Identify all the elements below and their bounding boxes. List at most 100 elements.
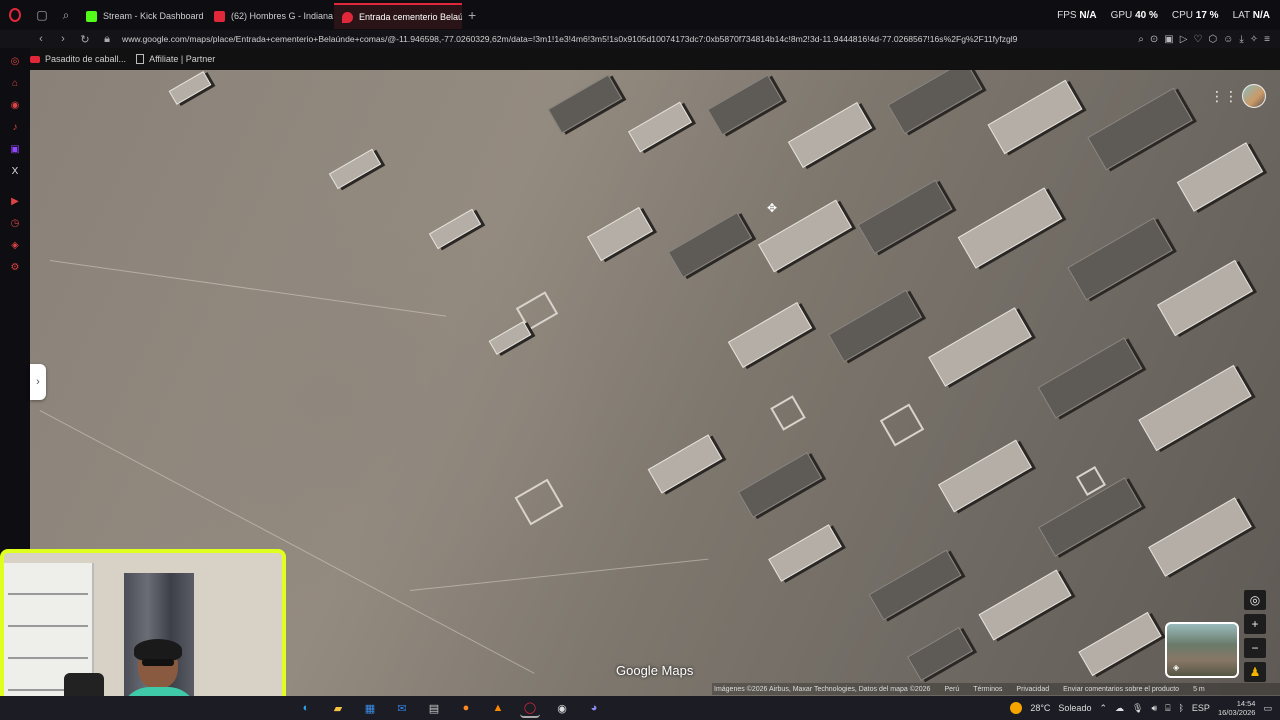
scale-bar[interactable]: 5 m bbox=[1193, 686, 1205, 693]
reload-icon[interactable]: ↻ bbox=[76, 33, 94, 46]
tab-label: (62) Hombres G - Indiana bbox=[231, 11, 334, 21]
account-icon[interactable]: ☺ bbox=[1223, 34, 1233, 45]
feedback-link[interactable]: Enviar comentarios sobre el producto bbox=[1063, 686, 1179, 693]
sidebar-messenger-icon[interactable]: ◉ bbox=[0, 94, 30, 116]
clock-time: 14:54 bbox=[1236, 699, 1256, 708]
language-indicator[interactable]: ESP bbox=[1192, 703, 1210, 713]
obs-icon[interactable]: ◉ bbox=[552, 698, 572, 718]
map-controls: ◎ + − ♟ bbox=[1244, 590, 1266, 682]
niche-block bbox=[488, 321, 532, 355]
clock-date: 16/03/2026 bbox=[1217, 708, 1256, 717]
terms-link[interactable]: Términos bbox=[973, 686, 1002, 693]
zoom-icon[interactable]: ⌕ bbox=[1138, 34, 1144, 45]
tab-kick-dashboard[interactable]: Stream - Kick Dashboard bbox=[78, 3, 206, 29]
layers-toggle-button[interactable]: ◈ bbox=[1165, 622, 1239, 678]
notification-icon[interactable]: ▭ bbox=[1263, 703, 1272, 714]
niche-block bbox=[647, 434, 723, 494]
weather-text[interactable]: Soleado bbox=[1058, 703, 1091, 713]
firefox-icon[interactable]: ● bbox=[456, 698, 476, 718]
niche-block bbox=[868, 549, 962, 621]
address-bar: ‹ › ↻ 🔒︎ www.google.com/maps/place/Entra… bbox=[0, 30, 1280, 48]
niche-block bbox=[887, 70, 983, 135]
niche-block bbox=[428, 208, 482, 250]
system-tray: 28°C Soleado ⌃ ☁ 🎙︎ 🔊︎ ⌸ ᛒ ESP 14:54 16/… bbox=[1010, 696, 1272, 720]
hud-fps: FPS N/A bbox=[1057, 9, 1097, 21]
menu-icon[interactable]: ≡ bbox=[1264, 34, 1270, 45]
collapse-side-panel-button[interactable]: › bbox=[30, 364, 46, 400]
tab-search-icon[interactable]: ⌕ bbox=[56, 5, 76, 25]
url-field[interactable]: www.google.com/maps/place/Entrada+cement… bbox=[118, 34, 1128, 44]
opera-logo-icon[interactable] bbox=[0, 0, 30, 30]
hud-gpu: GPU 40 % bbox=[1110, 9, 1158, 21]
outlook-icon[interactable]: ✉ bbox=[392, 698, 412, 718]
windows-taskbar: ◐ ▰ ▦ ✉ ▤ ● ▲ ◯ ◉ ◕ 28°C Soleado ⌃ ☁ 🎙︎ … bbox=[0, 696, 1280, 720]
vlc-icon[interactable]: ▲ bbox=[488, 698, 508, 718]
google-apps-icon[interactable]: ⋮⋮ bbox=[1210, 88, 1238, 105]
my-location-icon[interactable]: ◎ bbox=[1244, 590, 1266, 610]
clock[interactable]: 14:54 16/03/2026 bbox=[1218, 699, 1256, 717]
pin-icon[interactable]: ⊙ bbox=[1150, 34, 1158, 45]
aria-ai-icon[interactable]: ✧ bbox=[1250, 34, 1258, 45]
niche-block bbox=[828, 289, 922, 363]
niche-block bbox=[737, 452, 823, 518]
calculator-icon[interactable]: ▤ bbox=[424, 698, 444, 718]
back-button[interactable]: ‹ bbox=[32, 33, 50, 45]
discord-icon[interactable]: ◕ bbox=[584, 698, 604, 718]
edge-icon[interactable]: ◐ bbox=[296, 698, 316, 718]
store-icon[interactable]: ▦ bbox=[360, 698, 380, 718]
niche-block bbox=[1067, 217, 1173, 301]
niche-block bbox=[1157, 259, 1253, 337]
maps-pin-favicon-icon bbox=[342, 11, 353, 23]
address-tools: ⌕ ⊙ ▣ ▷ ♡ ⬡ ☺ ⤓ ✧ ≡ bbox=[1128, 34, 1280, 45]
sidebar-red-icon[interactable]: ◎ bbox=[0, 50, 30, 72]
volume-icon[interactable]: 🔊︎ bbox=[1151, 703, 1157, 714]
sidebar-player-icon[interactable]: ▶ bbox=[0, 190, 30, 212]
google-maps-logo: Google Maps bbox=[616, 663, 694, 678]
tab-workspaces-icon[interactable]: ▢ bbox=[32, 5, 52, 25]
onedrive-icon[interactable]: ☁ bbox=[1115, 703, 1124, 714]
file-explorer-icon[interactable]: ▰ bbox=[328, 698, 348, 718]
download-icon[interactable]: ⤓ bbox=[1239, 34, 1243, 45]
sidebar-x-icon[interactable]: X bbox=[0, 160, 30, 182]
tab-label: Entrada cementerio Belaúnde bbox=[359, 12, 462, 22]
sidebar-music-icon[interactable]: ♪ bbox=[0, 116, 30, 138]
imagery-attribution: Imágenes ©2026 Airbus, Maxar Technologie… bbox=[714, 685, 931, 693]
sidebar-pinboard-icon[interactable]: ◈ bbox=[0, 234, 30, 256]
niche-block bbox=[907, 626, 973, 682]
extensions-icon[interactable]: ⬡ bbox=[1208, 34, 1217, 45]
player-icon[interactable]: ▷ bbox=[1180, 34, 1188, 45]
niche-block bbox=[727, 302, 813, 368]
weather-temp[interactable]: 28°C bbox=[1030, 703, 1050, 713]
sidebar-shop-icon[interactable]: ⌂ bbox=[0, 72, 30, 94]
street-view-pegman-icon[interactable]: ♟ bbox=[1244, 662, 1266, 682]
niche-block bbox=[938, 439, 1032, 513]
youtube-icon bbox=[30, 55, 40, 63]
bluetooth-icon[interactable]: ᛒ bbox=[1179, 703, 1184, 713]
opera-gx-icon[interactable]: ◯ bbox=[520, 698, 540, 718]
bookmarks-bar: Pasadito de caball... Affiliate | Partne… bbox=[30, 50, 215, 68]
bookmark-pasadito[interactable]: Pasadito de caball... bbox=[30, 54, 126, 64]
tray-chevron-icon[interactable]: ⌃ bbox=[1099, 703, 1107, 714]
tomb-outline bbox=[770, 395, 806, 431]
country-link[interactable]: Perú bbox=[944, 686, 959, 693]
sidebar-history-icon[interactable]: ◷ bbox=[0, 212, 30, 234]
bookmark-affiliate[interactable]: Affiliate | Partner bbox=[136, 54, 215, 64]
microphone-icon[interactable]: 🎙︎ bbox=[1132, 703, 1143, 714]
tab-youtube-hombres-g[interactable]: (62) Hombres G - Indiana bbox=[206, 3, 334, 29]
niche-block bbox=[1176, 142, 1264, 212]
lock-icon[interactable]: 🔒︎ bbox=[98, 33, 116, 46]
tab-google-maps[interactable]: Entrada cementerio Belaúnde bbox=[334, 3, 462, 29]
snapshot-icon[interactable]: ▣ bbox=[1164, 34, 1173, 45]
user-avatar[interactable] bbox=[1242, 84, 1266, 108]
heart-icon[interactable]: ♡ bbox=[1193, 34, 1202, 45]
forward-button[interactable]: › bbox=[54, 33, 72, 45]
zoom-out-button[interactable]: − bbox=[1244, 638, 1266, 658]
niche-block bbox=[547, 74, 623, 134]
zoom-in-button[interactable]: + bbox=[1244, 614, 1266, 634]
niche-block bbox=[1148, 497, 1252, 577]
privacy-link[interactable]: Privacidad bbox=[1016, 686, 1049, 693]
network-icon[interactable]: ⌸ bbox=[1165, 703, 1170, 714]
new-tab-button[interactable]: + bbox=[468, 7, 476, 23]
sidebar-twitch-icon[interactable]: ▣ bbox=[0, 138, 30, 160]
sidebar-settings-icon[interactable]: ⚙ bbox=[0, 256, 30, 278]
